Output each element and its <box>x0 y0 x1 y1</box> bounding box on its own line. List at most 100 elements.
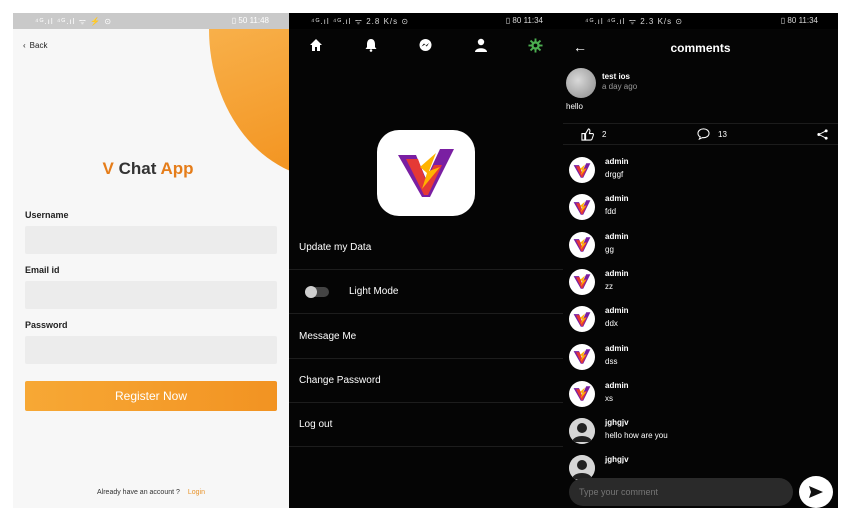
comment-text: dss <box>605 356 618 366</box>
comment-author: jghgjv <box>605 455 629 465</box>
page-title: comments <box>670 41 731 55</box>
send-icon <box>809 486 823 498</box>
settings-screen: ⁴ᴳ.ıl ⁴ᴳ.ıl ᯤ 2.8 K/s ⊙ ▯ 80 11:34 Updat… <box>289 13 563 508</box>
comment-text: ddx <box>605 319 618 329</box>
battery-level: 80 <box>512 16 522 25</box>
post-author: test ios <box>602 72 631 81</box>
status-right: ▯ 50 11:48 <box>231 16 269 25</box>
comment-author: jghgjv <box>605 418 629 428</box>
menu-update-data[interactable]: Update my Data <box>289 226 563 270</box>
send-button[interactable] <box>799 476 833 508</box>
menu-message-me[interactable]: Message Me <box>289 315 563 359</box>
light-mode-label: Light Mode <box>349 286 399 297</box>
comment-text: zz <box>605 281 613 291</box>
like-button[interactable]: 2 <box>581 128 606 141</box>
user-icon[interactable] <box>471 35 491 55</box>
comment-avatar <box>569 343 595 370</box>
comment-author: admin <box>605 157 629 166</box>
username-input[interactable] <box>25 226 277 254</box>
home-icon[interactable] <box>306 35 326 55</box>
light-mode-toggle[interactable] <box>305 285 329 298</box>
comment-item: admin fdd <box>569 192 829 224</box>
comment-item: admin dss <box>569 342 829 374</box>
title-chat: Chat <box>118 159 157 178</box>
comment-avatar <box>569 157 595 183</box>
like-count: 2 <box>602 130 607 139</box>
menu-logout[interactable]: Log out <box>289 403 563 447</box>
comment-author: admin <box>605 268 629 278</box>
status-time: 11:34 <box>798 16 818 25</box>
comment-item: admin ddx <box>569 304 829 336</box>
post-actions: 2 13 <box>563 123 838 145</box>
comment-avatar <box>569 268 595 295</box>
comment-input[interactable] <box>569 478 793 506</box>
back-button[interactable]: ‹ Back <box>23 41 47 50</box>
password-label: Password <box>25 320 68 330</box>
login-prompt: Already have an account ? Login <box>13 489 289 496</box>
thumbs-up-icon <box>581 128 594 141</box>
app-screens: ⁴ᴳ.ıl ⁴ᴳ.ıl ᯤ ⚡ ⊙ ▯ 50 11:48 ‹ Back V Ch… <box>0 0 850 520</box>
comment-item: admin gg <box>569 230 829 262</box>
top-navigation <box>289 29 563 61</box>
speech-bubble-icon <box>697 128 710 140</box>
title-app: App <box>160 159 194 178</box>
app-logo <box>377 130 475 216</box>
comments-screen: ⁴ᴳ.ıl ⁴ᴳ.ıl ᯤ 2.3 K/s ⊙ ▯ 80 11:34 ← com… <box>563 13 838 508</box>
password-input[interactable] <box>25 336 277 364</box>
status-time: 11:48 <box>249 16 269 25</box>
email-input[interactable] <box>25 281 277 309</box>
register-button[interactable]: Register Now <box>25 381 277 411</box>
battery-level: 80 <box>787 16 797 25</box>
app-title: V Chat App <box>13 159 233 179</box>
share-icon[interactable] <box>817 129 828 142</box>
footer-text: Already have an account ? <box>97 489 180 496</box>
title-v: V <box>102 159 114 178</box>
username-label: Username <box>25 210 69 220</box>
status-bar: ⁴ᴳ.ıl ⁴ᴳ.ıl ᯤ 2.3 K/s ⊙ ▯ 80 11:34 <box>563 13 838 29</box>
comment-avatar <box>569 306 595 333</box>
status-right: ▯ 80 11:34 <box>505 16 543 25</box>
chevron-left-icon: ‹ <box>23 41 26 50</box>
comment-avatar <box>569 418 595 445</box>
status-signal: ⁴ᴳ.ıl ⁴ᴳ.ıl ᯤ 2.3 K/s ⊙ <box>585 17 684 26</box>
menu-change-password[interactable]: Change Password <box>289 359 563 403</box>
gear-icon[interactable] <box>526 35 546 55</box>
comment-text: hello how are you <box>605 431 668 441</box>
comment-author: admin <box>605 231 629 241</box>
comment-author: admin <box>605 194 629 204</box>
comment-item: admin zz <box>569 267 829 299</box>
status-signal: ⁴ᴳ.ıl ⁴ᴳ.ıl ᯤ 2.8 K/s ⊙ <box>311 17 410 26</box>
comment-count-button[interactable]: 13 <box>697 128 727 140</box>
login-link[interactable]: Login <box>188 489 205 496</box>
back-label: Back <box>29 41 48 50</box>
status-time: 11:34 <box>523 16 543 25</box>
email-label: Email id <box>25 265 60 275</box>
comments-header: ← comments <box>563 35 838 61</box>
bell-icon[interactable] <box>361 35 381 55</box>
decorative-blob <box>209 29 289 179</box>
comment-avatar <box>569 231 595 258</box>
comment-text: fdd <box>605 207 617 217</box>
comment-author: admin <box>605 306 629 316</box>
register-screen: ⁴ᴳ.ıl ⁴ᴳ.ıl ᯤ ⚡ ⊙ ▯ 50 11:48 ‹ Back V Ch… <box>13 13 289 508</box>
battery-level: 50 <box>238 16 248 25</box>
status-bar: ⁴ᴳ.ıl ⁴ᴳ.ıl ᯤ ⚡ ⊙ ▯ 50 11:48 <box>13 13 289 29</box>
status-signal: ⁴ᴳ.ıl ⁴ᴳ.ıl ᯤ ⚡ ⊙ <box>35 17 113 26</box>
comment-item: admin drggf <box>569 155 829 187</box>
comment-text: drggf <box>605 170 624 179</box>
menu-light-mode[interactable]: Light Mode <box>289 270 563 314</box>
comment-text: gg <box>605 244 614 254</box>
comment-text: xs <box>605 393 613 403</box>
post-avatar <box>566 68 596 98</box>
comments-count: 13 <box>718 129 727 139</box>
post-time: a day ago <box>602 82 638 91</box>
comment-author: admin <box>605 380 629 390</box>
status-right: ▯ 80 11:34 <box>780 16 818 25</box>
messenger-icon[interactable] <box>416 35 436 55</box>
comment-avatar <box>569 194 595 221</box>
comment-item: jghgjv hello how are you <box>569 416 829 448</box>
comment-item: admin xs <box>569 379 829 411</box>
comment-avatar <box>569 380 595 407</box>
status-bar: ⁴ᴳ.ıl ⁴ᴳ.ıl ᯤ 2.8 K/s ⊙ ▯ 80 11:34 <box>289 13 563 29</box>
post-message: hello <box>566 102 583 111</box>
